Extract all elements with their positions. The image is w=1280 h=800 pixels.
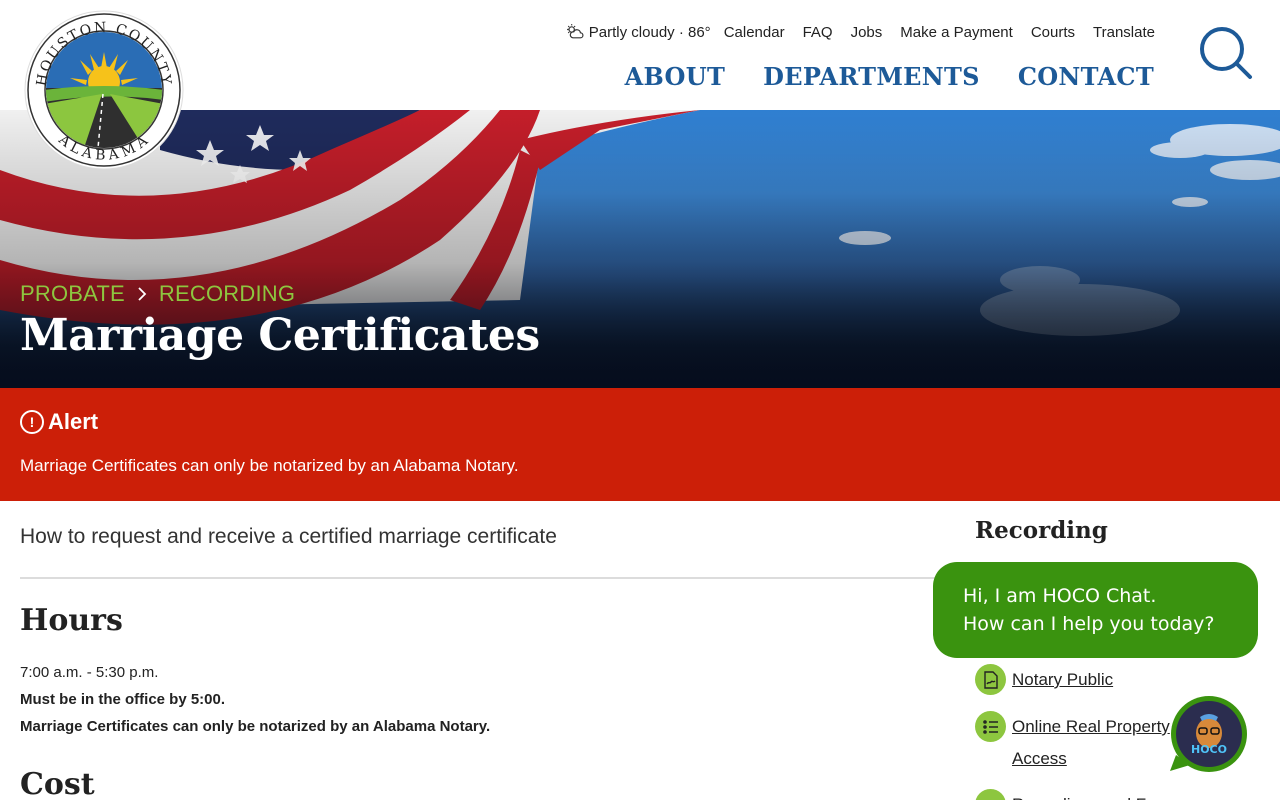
nav-departments[interactable]: DEPARTMENTS: [763, 62, 980, 91]
page-intro: How to request and receive a certified m…: [20, 525, 557, 548]
sidebar-heading: Recording: [975, 517, 1108, 544]
make-a-payment-link[interactable]: Make a Payment: [900, 24, 1013, 41]
nav-about[interactable]: ABOUT: [625, 62, 726, 91]
county-logo[interactable]: HOUSTON COUNTY ALABAMA: [24, 8, 184, 172]
dollar-icon: [975, 789, 1006, 800]
hours-note-notary: Marriage Certificates can only be notari…: [20, 718, 491, 735]
jobs-link[interactable]: Jobs: [851, 24, 883, 41]
chat-launcher-button[interactable]: HOCO: [1170, 695, 1248, 773]
sidebar-item-notary-public[interactable]: Notary Public: [975, 664, 1113, 696]
main-nav: ABOUT DEPARTMENTS CONTACT: [625, 62, 1154, 91]
hours-time: 7:00 a.m. - 5:30 p.m.: [20, 664, 159, 681]
translate-link[interactable]: Translate: [1093, 24, 1155, 41]
sidebar-item-online-real-property-access[interactable]: Online Real Property Access: [975, 711, 1175, 775]
alert-heading: ! Alert: [20, 409, 98, 435]
sidebar-item-label: Online Real Property Access: [1012, 717, 1170, 768]
search-button[interactable]: [1198, 26, 1254, 82]
chat-greeting-bubble[interactable]: Hi, I am HOCO Chat. How can I help you t…: [933, 562, 1258, 658]
chat-bot-icon: HOCO: [1170, 696, 1247, 772]
signature-icon: [975, 664, 1006, 695]
utility-nav: Partly cloudy · 86° Calendar FAQ Jobs Ma…: [565, 22, 1155, 42]
page-title: Marriage Certificates: [20, 310, 540, 361]
divider: [20, 577, 935, 579]
chevron-right-icon: [138, 287, 147, 301]
calendar-link[interactable]: Calendar: [724, 24, 785, 41]
weather-text: Partly cloudy · 86°: [588, 23, 711, 41]
list-icon: [975, 711, 1006, 742]
hours-heading: Hours: [20, 603, 123, 638]
chat-greeting-line1: Hi, I am HOCO Chat.: [963, 585, 1157, 607]
chat-greeting-line2: How can I help you today?: [963, 613, 1215, 635]
weather-widget[interactable]: Partly cloudy · 86°: [565, 22, 711, 42]
sidebar-item-label: Recordings and Fees: [1012, 789, 1174, 800]
alert-message: Marriage Certificates can only be notari…: [20, 456, 519, 475]
faq-link[interactable]: FAQ: [803, 24, 833, 41]
chat-launcher-label: HOCO: [1191, 743, 1227, 756]
alert-circle-icon: !: [20, 410, 44, 434]
sidebar-item-recordings-and-fees[interactable]: Recordings and Fees: [975, 789, 1174, 800]
alert-title: Alert: [48, 409, 99, 434]
sidebar-item-label: Notary Public: [1012, 670, 1114, 689]
cost-heading: Cost: [20, 767, 95, 800]
breadcrumb-recording[interactable]: RECORDING: [159, 281, 295, 307]
nav-contact[interactable]: CONTACT: [1018, 62, 1154, 91]
hero-banner: PROBATE RECORDING Marriage Certificates: [0, 110, 1280, 388]
site-header: Partly cloudy · 86° Calendar FAQ Jobs Ma…: [0, 0, 1280, 110]
alert-banner: ! Alert Marriage Certificates can only b…: [0, 388, 1280, 501]
breadcrumb: PROBATE RECORDING: [20, 281, 295, 307]
county-seal-image: HOUSTON COUNTY ALABAMA: [24, 10, 184, 170]
hours-note-arrival: Must be in the office by 5:00.: [20, 691, 226, 708]
search-icon: [1200, 27, 1252, 79]
courts-link[interactable]: Courts: [1031, 24, 1075, 41]
partly-cloudy-icon: [566, 24, 584, 39]
breadcrumb-probate[interactable]: PROBATE: [20, 281, 125, 307]
